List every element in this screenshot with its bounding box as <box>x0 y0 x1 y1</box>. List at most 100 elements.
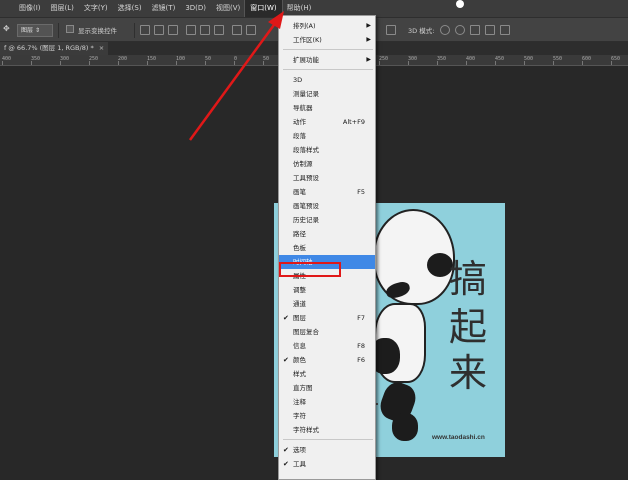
site-watermark: www.taodashi.cn <box>432 434 485 441</box>
window-menu-item[interactable]: 工具预设 <box>279 171 375 185</box>
menu-type[interactable]: 文字(Y) <box>79 0 113 17</box>
window-menu-item[interactable]: 信息 F8 <box>279 339 375 353</box>
window-menu-item[interactable]: 色板 <box>279 241 375 255</box>
3d-rotate-icon[interactable] <box>440 25 450 35</box>
window-menu-item[interactable]: 历史记录 <box>279 213 375 227</box>
window-menu-item[interactable]: 导航器 <box>279 101 375 115</box>
window-menu-item[interactable]: 图层 ✔ F7 <box>279 311 375 325</box>
show-transform-label: 显示变换控件 <box>78 27 117 35</box>
align-top-icon[interactable] <box>140 25 150 35</box>
distribute-icon[interactable] <box>232 25 242 35</box>
window-menu-item-label: 导航器 <box>293 104 313 112</box>
window-menu-item[interactable]: 图层复合 <box>279 325 375 339</box>
window-menu-item-label: 颜色 <box>293 356 306 364</box>
menu-window[interactable]: 窗口(W) <box>244 0 283 18</box>
3d-slide-icon[interactable] <box>485 25 495 35</box>
caption-char: 搞 <box>448 257 487 301</box>
ruler-tick-label: 500 <box>524 56 534 62</box>
window-menu-dropdown: 排列(A) ▶ 工作区(K) ▶ 扩展功能 ▶ 3D 测量记录 导航器 动作 Alt+F9 段落 段落样… <box>278 15 376 480</box>
checkmark-icon: ✔ <box>283 460 289 468</box>
panda-leg <box>392 413 418 441</box>
checkmark-icon: ✔ <box>283 356 289 364</box>
window-menu-item[interactable]: 通道 <box>279 297 375 311</box>
window-menu-item[interactable]: 样式 <box>279 367 375 381</box>
window-menu-item-label: 注释 <box>293 398 306 406</box>
caption-char: 起 <box>448 305 487 349</box>
window-menu-item[interactable]: 段落样式 <box>279 143 375 157</box>
menu-view[interactable]: 视图(V) <box>211 0 245 17</box>
distribute-icon[interactable] <box>386 25 396 35</box>
window-menu-item[interactable]: 画笔 F5 <box>279 185 375 199</box>
window-menu-item[interactable]: 直方图 <box>279 381 375 395</box>
window-menu-item-label: 画笔 <box>293 188 306 196</box>
align-vcenter-icon[interactable] <box>154 25 164 35</box>
menu-shortcut: F7 <box>357 314 365 322</box>
ruler-tick-label: 350 <box>31 56 41 62</box>
window-menu-item[interactable]: 扩展功能 ▶ <box>279 53 375 67</box>
window-menu-item[interactable]: 字符样式 <box>279 423 375 437</box>
3d-roll-icon[interactable] <box>455 25 465 35</box>
window-menu-item[interactable]: 排列(A) ▶ <box>279 19 375 33</box>
auto-select-value: 图层 <box>21 27 34 34</box>
menu-image[interactable]: 图像(I) <box>14 0 46 17</box>
window-menu-item-label: 直方图 <box>293 384 313 392</box>
auto-select-dropdown[interactable]: 图层 ⇕ <box>17 24 53 37</box>
window-menu-item-label: 字符 <box>293 412 306 420</box>
window-menu-item[interactable]: 工作区(K) ▶ <box>279 33 375 47</box>
window-menu-item[interactable]: 颜色 ✔ F6 <box>279 353 375 367</box>
show-transform-checkbox[interactable] <box>66 25 74 33</box>
window-menu-item-label: 路径 <box>293 230 306 238</box>
menu-layer[interactable]: 图层(L) <box>46 0 79 17</box>
3d-pan-icon[interactable] <box>470 25 480 35</box>
menu-shortcut: F6 <box>357 356 365 364</box>
divider <box>58 23 59 38</box>
align-bottom-icon[interactable] <box>168 25 178 35</box>
move-tool-icon[interactable]: ✥ <box>3 25 13 35</box>
align-hcenter-icon[interactable] <box>200 25 210 35</box>
window-menu-item[interactable]: 注释 <box>279 395 375 409</box>
window-menu-item[interactable]: 画笔预设 <box>279 199 375 213</box>
menu-3d[interactable]: 3D(D) <box>180 0 211 17</box>
document-tab[interactable]: f @ 66.7% (图层 1, RGB/8) * × <box>0 42 109 55</box>
close-icon[interactable]: × <box>99 42 104 55</box>
ruler-tick-mark <box>466 61 467 65</box>
ruler-tick-label: 550 <box>553 56 563 62</box>
window-menu-item[interactable]: 路径 <box>279 227 375 241</box>
document-tab-title: f @ 66.7% (图层 1, RGB/8) * <box>4 44 94 52</box>
window-menu-item[interactable]: 工具 ✔ <box>279 457 375 471</box>
window-menu-item[interactable]: 仿制源 <box>279 157 375 171</box>
window-menu-item[interactable]: 动作 Alt+F9 <box>279 115 375 129</box>
ruler-tick-mark <box>147 61 148 65</box>
align-left-icon[interactable] <box>186 25 196 35</box>
window-menu-item-label: 调整 <box>293 286 306 294</box>
ruler-tick-mark <box>408 61 409 65</box>
ruler-tick-label: 250 <box>89 56 99 62</box>
window-menu-item[interactable]: 选项 ✔ <box>279 443 375 457</box>
align-right-icon[interactable] <box>214 25 224 35</box>
ruler-tick-label: 300 <box>60 56 70 62</box>
window-menu-item[interactable]: 3D <box>279 73 375 87</box>
menu-select[interactable]: 选择(S) <box>113 0 147 17</box>
window-menu-item-label: 色板 <box>293 244 306 252</box>
chevron-down-icon: ⇕ <box>34 27 40 34</box>
window-menu-item-label: 段落 <box>293 132 306 140</box>
3d-scale-icon[interactable] <box>500 25 510 35</box>
window-menu-item[interactable]: 测量记录 <box>279 87 375 101</box>
menu-shortcut: Alt+F9 <box>342 118 365 126</box>
window-menu-item-label: 测量记录 <box>293 90 319 98</box>
ruler-tick-mark <box>60 61 61 65</box>
ruler-tick-label: 600 <box>582 56 592 62</box>
ruler-tick-label: 650 <box>611 56 621 62</box>
window-menu-item-label: 段落样式 <box>293 146 319 154</box>
window-menu-item[interactable]: 字符 <box>279 409 375 423</box>
ruler-tick-label: 400 <box>2 56 12 62</box>
window-menu-item-label: 动作 <box>293 118 306 126</box>
window-menu-item[interactable]: 段落 <box>279 129 375 143</box>
distribute-icon[interactable] <box>246 25 256 35</box>
window-menu-item-label: 3D <box>293 76 303 84</box>
window-menu-item[interactable]: 调整 <box>279 283 375 297</box>
submenu-arrow-icon: ▶ <box>366 36 371 43</box>
window-menu-item-label: 排列(A) <box>293 22 316 30</box>
ruler-tick-mark <box>582 61 583 65</box>
menu-filter[interactable]: 滤镜(T) <box>147 0 181 17</box>
